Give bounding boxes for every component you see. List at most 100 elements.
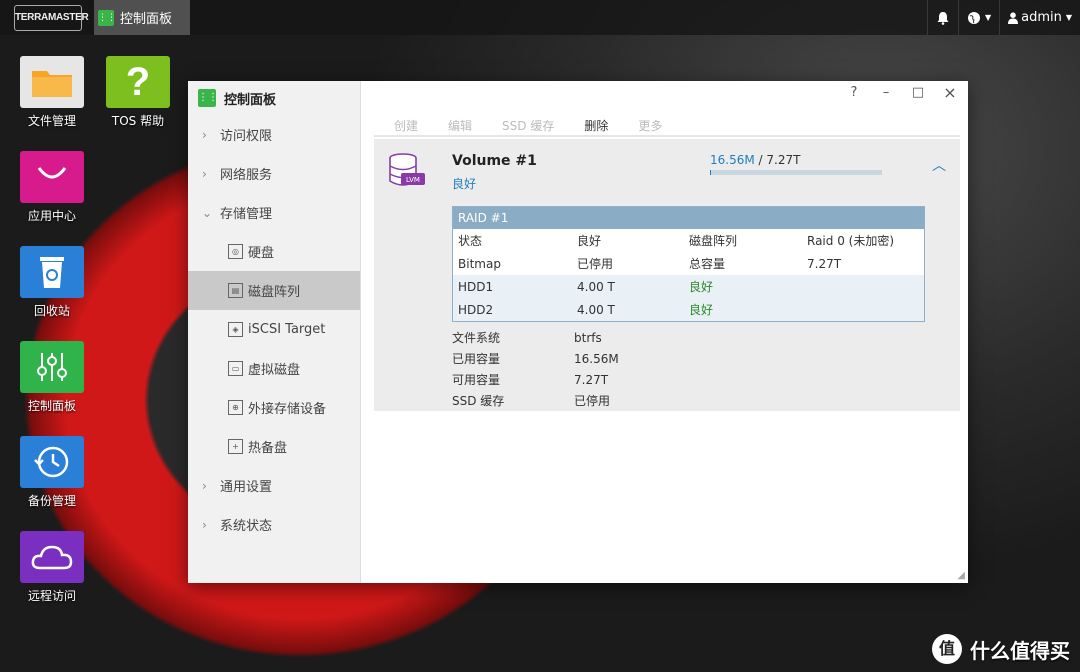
recycle-bin-icon [20, 246, 84, 298]
desktop-icon-tos-help[interactable]: ? TOS 帮助 [93, 56, 183, 129]
user-icon [1008, 11, 1019, 24]
raid-cell: Bitmap [458, 256, 501, 271]
usage-bar [710, 170, 882, 175]
minimize-button[interactable]: – [870, 81, 902, 105]
total-capacity: 7.27T [766, 153, 801, 167]
iscsi-icon: ◈ [228, 322, 243, 337]
raid-cell: 状态 [458, 234, 483, 248]
create-button[interactable]: 创建 [376, 117, 430, 134]
watermark-badge: 值 [932, 634, 962, 664]
sidebar-subitem-disk[interactable]: ◎ 硬盘 [188, 232, 360, 271]
bell-icon[interactable] [926, 0, 958, 35]
help-button[interactable]: ? [838, 81, 870, 105]
disk-name: HDD2 [458, 302, 494, 317]
close-button[interactable]: × [934, 81, 966, 105]
sidebar-item-label: 硬盘 [248, 246, 275, 261]
raid-cell: Raid 0 (未加密) [807, 234, 895, 248]
sidebar-item-label: 存储管理 [220, 207, 273, 222]
info-value: btrfs [574, 330, 602, 345]
window-title-bar: ⋮⋮ 控制面板 [188, 81, 360, 115]
info-key: SSD 缓存 [452, 394, 505, 408]
volume-name: Volume #1 [452, 153, 537, 169]
control-panel-icon: ⋮⋮ [98, 9, 116, 26]
external-storage-icon: ⊕ [228, 400, 243, 415]
desktop-icon-remote-access[interactable]: 远程访问 [7, 531, 97, 604]
desktop-icon-recycle-bin[interactable]: 回收站 [7, 246, 97, 319]
info-value: 16.56M [574, 351, 619, 366]
raid-cell: 7.27T [807, 256, 842, 271]
sidebar-item-network[interactable]: › 网络服务 [188, 154, 360, 193]
question-icon: ? [106, 56, 170, 108]
disk-status: 良好 [689, 280, 714, 294]
window-title: 控制面板 [224, 92, 277, 108]
sidebar-item-system-status[interactable]: › 系统状态 [188, 505, 360, 544]
info-row: SSD 缓存 已停用 [452, 390, 619, 411]
raid-icon: ▤ [228, 283, 243, 298]
globe-icon [967, 11, 980, 24]
disk-row: HDD1 4.00 T 良好 [453, 275, 924, 298]
taskbar-tray: ▼ admin ▼ [926, 0, 1080, 35]
sidebar-subitem-raid[interactable]: ▤ 磁盘阵列 [188, 271, 360, 310]
sidebar: ⋮⋮ 控制面板 › 访问权限 › 网络服务 ⌄ 存储管理 ◎ 硬盘 ▤ 磁盘阵列… [188, 81, 361, 583]
user-menu-button[interactable]: admin ▼ [999, 0, 1080, 35]
maximize-button[interactable]: □ [902, 81, 934, 105]
sidebar-item-label: 系统状态 [220, 519, 273, 534]
sidebar-item-label: 热备盘 [248, 441, 288, 456]
sidebar-item-storage[interactable]: ⌄ 存储管理 [188, 193, 360, 232]
sidebar-item-label: iSCSI Target [248, 322, 326, 337]
sidebar-item-general[interactable]: › 通用设置 [188, 466, 360, 505]
username: admin [1021, 10, 1062, 25]
raid-row: Bitmap 已停用 总容量 7.27T [453, 252, 924, 275]
disk-icon: ◎ [228, 244, 243, 259]
watermark: 值 什么值得买 [932, 634, 1070, 664]
ssd-cache-button[interactable]: SSD 缓存 [484, 117, 566, 134]
sidebar-item-label: 访问权限 [220, 129, 273, 144]
taskbar-control-panel-button[interactable]: ⋮⋮ 控制面板 [94, 0, 191, 35]
raid-row: 状态 良好 磁盘阵列 Raid 0 (未加密) [453, 229, 924, 252]
resize-grip-icon[interactable]: ◢ [957, 570, 965, 581]
disk-row: HDD2 4.00 T 良好 [453, 298, 924, 321]
hot-spare-icon: + [228, 439, 243, 454]
usage-separator: / [754, 153, 767, 167]
watermark-text: 什么值得买 [970, 638, 1070, 663]
desktop-icon-label: 文件管理 [27, 114, 76, 128]
desktop-icon-app-center[interactable]: 应用中心 [7, 151, 97, 224]
more-button[interactable]: 更多 [620, 117, 674, 134]
sidebar-subitem-virtual-disk[interactable]: ▭ 虚拟磁盘 [188, 349, 360, 388]
sidebar-item-label: 虚拟磁盘 [248, 363, 301, 378]
desktop-icon-file-manager[interactable]: 文件管理 [7, 56, 97, 129]
taskbar: TERRAMASTER ⋮⋮ 控制面板 ▼ admin ▼ [0, 0, 1080, 35]
sidebar-subitem-external[interactable]: ⊕ 外接存储设备 [188, 388, 360, 427]
volume-status: 良好 [452, 177, 477, 191]
chevron-right-icon: › [202, 166, 207, 181]
folder-icon [20, 56, 84, 108]
edit-button[interactable]: 编辑 [430, 117, 484, 134]
control-panel-icon: ⋮⋮ [198, 89, 218, 107]
collapse-chevron-icon[interactable]: ︿ [932, 155, 946, 175]
delete-button[interactable]: 删除 [566, 117, 620, 134]
raid-cell: 已停用 [577, 257, 614, 271]
toolbar-divider [374, 135, 960, 137]
sidebar-subitem-iscsi[interactable]: ◈ iSCSI Target [188, 310, 360, 349]
sidebar-item-label: 外接存储设备 [248, 402, 327, 417]
shopping-bag-icon [20, 151, 84, 203]
globe-menu-button[interactable]: ▼ [957, 0, 999, 35]
disk-status: 良好 [689, 303, 714, 317]
desktop-icon-backup[interactable]: 备份管理 [7, 436, 97, 509]
sliders-icon [20, 341, 84, 393]
sidebar-item-access[interactable]: › 访问权限 [188, 115, 360, 154]
control-panel-window: ⋮⋮ 控制面板 › 访问权限 › 网络服务 ⌄ 存储管理 ◎ 硬盘 ▤ 磁盘阵列… [188, 81, 968, 583]
raid-title: RAID #1 [453, 207, 924, 229]
volume-usage: 16.56M / 7.27T [710, 153, 800, 167]
used-capacity: 16.56M [710, 153, 755, 167]
sidebar-subitem-hot-spare[interactable]: + 热备盘 [188, 427, 360, 466]
lvm-volume-icon: LVM [389, 153, 425, 186]
raid-cell: 总容量 [689, 257, 726, 271]
desktop-icon-control-panel[interactable]: 控制面板 [7, 341, 97, 414]
toolbar: 创建 编辑 SSD 缓存 删除 更多 [376, 115, 960, 135]
chevron-down-icon: ⌄ [202, 205, 213, 220]
raid-table: RAID #1 状态 良好 磁盘阵列 Raid 0 (未加密) Bitmap 已… [452, 206, 925, 322]
sidebar-item-label: 网络服务 [220, 168, 273, 183]
sidebar-item-label: 磁盘阵列 [248, 285, 301, 300]
info-value: 已停用 [574, 394, 611, 408]
